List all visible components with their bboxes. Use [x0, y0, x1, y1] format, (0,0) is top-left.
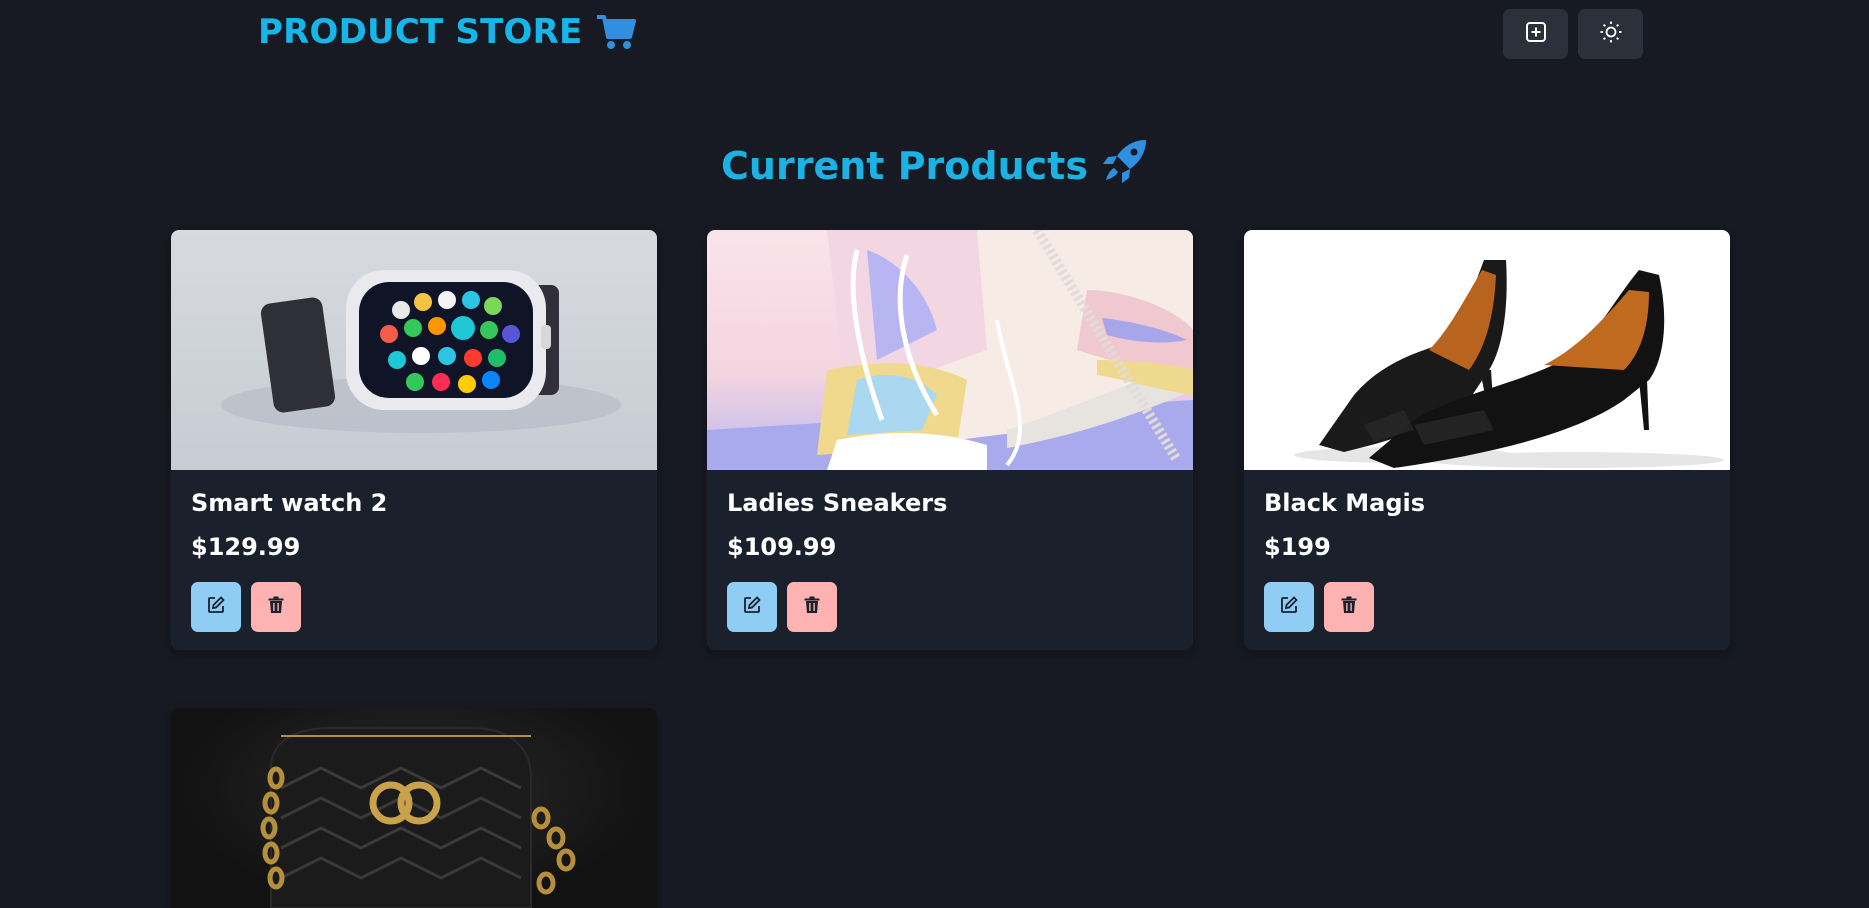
product-card: Black Magis $199 — [1244, 230, 1730, 650]
page-title: Current Products — [721, 143, 1088, 188]
product-name: Black Magis — [1264, 489, 1426, 517]
product-image-black-magis — [1244, 230, 1730, 470]
product-card: Ladies Sneakers $109.99 — [707, 230, 1193, 650]
product-image-ladies-sneakers — [707, 230, 1193, 470]
toggle-theme-button[interactable] — [1578, 9, 1643, 59]
create-product-button[interactable] — [1503, 9, 1568, 59]
edit-product-button[interactable] — [727, 582, 777, 632]
product-card: Smart watch 2 $129.99 — [171, 230, 657, 650]
plus-square-icon — [1524, 20, 1548, 48]
navbar: PRODUCT STORE — [0, 0, 1869, 70]
edit-icon — [1279, 595, 1299, 619]
delete-product-button[interactable] — [251, 582, 301, 632]
product-price: $199 — [1264, 533, 1331, 561]
brand-title: PRODUCT STORE — [258, 12, 583, 52]
product-price: $109.99 — [727, 533, 837, 561]
edit-product-button[interactable] — [1264, 582, 1314, 632]
product-name: Smart watch 2 — [191, 489, 388, 517]
edit-icon — [206, 595, 226, 619]
product-image-handbag — [171, 708, 657, 908]
trash-icon — [266, 595, 286, 619]
delete-product-button[interactable] — [787, 582, 837, 632]
shopping-cart-icon — [596, 13, 637, 51]
delete-product-button[interactable] — [1324, 582, 1374, 632]
trash-icon — [802, 595, 822, 619]
page-heading: Current Products — [0, 138, 1869, 193]
rocket-icon — [1102, 138, 1148, 193]
sun-icon — [1599, 20, 1623, 48]
product-card — [171, 708, 657, 908]
product-price: $129.99 — [191, 533, 301, 561]
store-brand-link[interactable]: PRODUCT STORE — [258, 12, 637, 52]
edit-icon — [742, 595, 762, 619]
edit-product-button[interactable] — [191, 582, 241, 632]
product-name: Ladies Sneakers — [727, 489, 948, 517]
trash-icon — [1339, 595, 1359, 619]
product-image-smart-watch — [171, 230, 657, 470]
